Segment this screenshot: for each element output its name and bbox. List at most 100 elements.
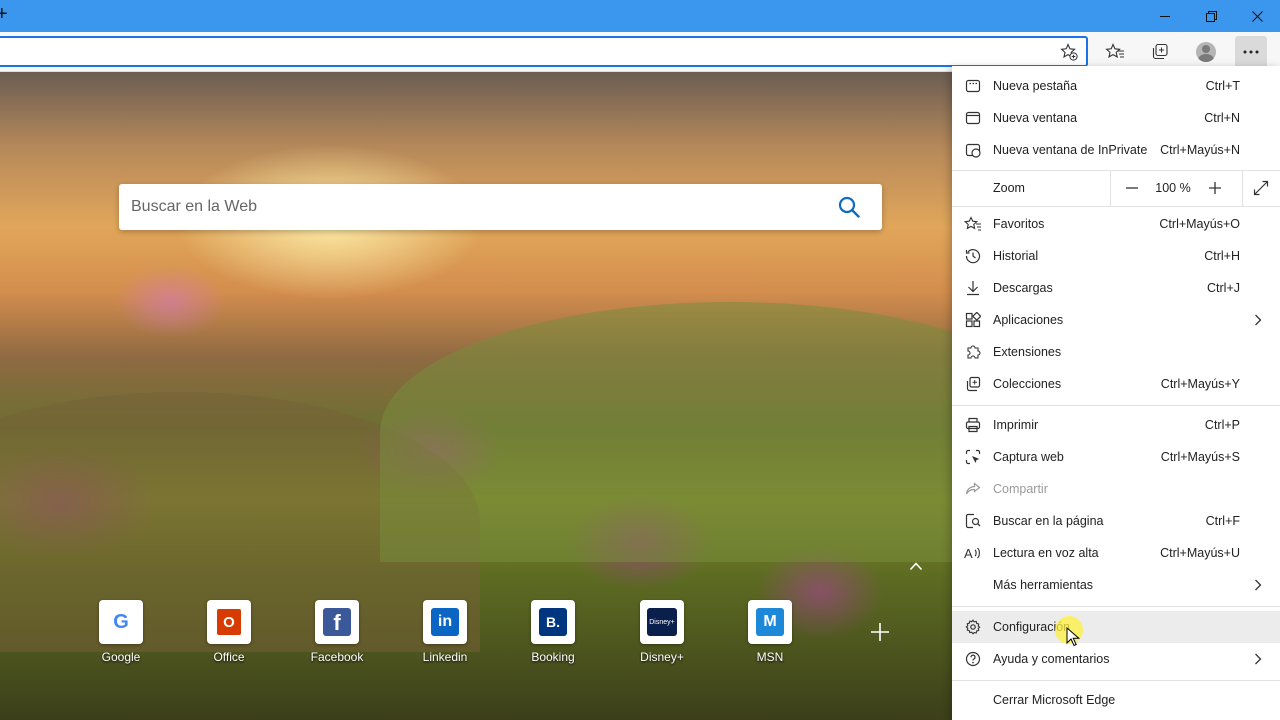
zoom-row: Zoom 100 % [952, 170, 1280, 206]
zoom-in-button[interactable] [1202, 176, 1228, 200]
quick-link-office[interactable]: O Office [189, 600, 269, 664]
web-search-box[interactable]: Buscar en la Web [119, 184, 882, 230]
linkedin-icon: in [423, 600, 467, 644]
menu-item-find-on-page[interactable]: Buscar en la página Ctrl+F [952, 505, 1280, 537]
fullscreen-button[interactable] [1248, 176, 1274, 200]
menu-item-web-capture[interactable]: Captura web Ctrl+Mayús+S [952, 441, 1280, 473]
quick-link-google[interactable]: G Google [81, 600, 161, 664]
menu-separator [952, 206, 1280, 207]
profile-button[interactable] [1190, 36, 1222, 68]
close-button[interactable] [1234, 0, 1280, 32]
history-icon [964, 247, 982, 265]
close-icon [1251, 10, 1263, 22]
menu-item-read-aloud[interactable]: A Lectura en voz alta Ctrl+Mayús+U [952, 537, 1280, 569]
quick-link-label: Linkedin [422, 650, 468, 664]
zoom-out-button[interactable] [1119, 176, 1145, 200]
minimize-icon [1160, 16, 1170, 17]
plus-icon [871, 623, 889, 641]
chevron-right-icon [1250, 651, 1266, 667]
google-icon: G [99, 600, 143, 644]
title-bar: + [0, 0, 1280, 32]
menu-item-history[interactable]: Historial Ctrl+H [952, 240, 1280, 272]
zoom-divider [1242, 170, 1243, 206]
menu-item-downloads[interactable]: Descargas Ctrl+J [952, 272, 1280, 304]
collections-icon [964, 375, 982, 393]
settings-and-more-menu: Nueva pestaña Ctrl+T Nueva ventana Ctrl+… [952, 66, 1280, 720]
menu-item-print[interactable]: Imprimir Ctrl+P [952, 409, 1280, 441]
scroll-up-button[interactable] [906, 556, 926, 576]
search-button[interactable] [836, 194, 862, 220]
quick-link-facebook[interactable]: f Facebook [297, 600, 377, 664]
menu-separator [952, 680, 1280, 681]
find-icon [964, 512, 982, 530]
download-icon [964, 279, 982, 297]
menu-item-inprivate-window[interactable]: Nueva ventana de InPrivate Ctrl+Mayús+N [952, 134, 1280, 166]
new-tab-icon [964, 77, 982, 95]
print-icon [964, 416, 982, 434]
web-capture-icon [964, 448, 982, 466]
mouse-cursor-icon [1066, 627, 1080, 647]
settings-more-icon [1243, 50, 1259, 54]
settings-more-button[interactable] [1235, 36, 1267, 68]
apps-icon [964, 311, 982, 329]
add-favorite-button[interactable] [1053, 36, 1085, 68]
quick-link-label: Office [213, 650, 245, 664]
collections-icon [1152, 43, 1168, 60]
add-quick-link-button[interactable] [864, 616, 896, 648]
chevron-right-icon [1250, 577, 1266, 593]
extensions-icon [964, 343, 982, 361]
menu-item-settings[interactable]: Configuración [952, 611, 1280, 643]
quick-link-label: MSN [756, 650, 784, 664]
menu-item-more-tools[interactable]: Más herramientas [952, 569, 1280, 601]
quick-link-label: Facebook [310, 650, 364, 664]
menu-item-new-window[interactable]: Nueva ventana Ctrl+N [952, 102, 1280, 134]
menu-separator [952, 606, 1280, 607]
new-tab-button[interactable]: + [0, 4, 8, 24]
favorites-button[interactable] [1099, 36, 1131, 68]
chevron-right-icon [1250, 312, 1266, 328]
plus-icon [1209, 182, 1221, 194]
favorites-icon [964, 215, 982, 233]
restore-button[interactable] [1188, 0, 1234, 32]
svg-text:A: A [964, 546, 973, 561]
menu-item-close-edge[interactable]: Cerrar Microsoft Edge [952, 684, 1280, 716]
new-window-icon [964, 109, 982, 127]
share-icon [964, 480, 982, 498]
quick-link-booking[interactable]: B. Booking [513, 600, 593, 664]
chevron-up-icon [909, 562, 923, 571]
profile-avatar [1196, 42, 1216, 62]
quick-link-label: Google [101, 650, 141, 664]
fullscreen-icon [1253, 180, 1269, 196]
msn-icon: M [748, 600, 792, 644]
restore-icon [1205, 10, 1217, 22]
inprivate-icon [964, 141, 982, 159]
minus-icon [1126, 187, 1138, 189]
office-icon: O [207, 600, 251, 644]
menu-item-extensions[interactable]: Extensiones [952, 336, 1280, 368]
quick-link-linkedin[interactable]: in Linkedin [405, 600, 485, 664]
background-hill [380, 302, 952, 562]
quick-link-disney-plus[interactable]: Disney+ Disney+ [622, 600, 702, 664]
zoom-divider [1110, 170, 1111, 206]
minimize-button[interactable] [1142, 0, 1188, 32]
address-bar[interactable] [0, 36, 1088, 67]
menu-item-collections[interactable]: Colecciones Ctrl+Mayús+Y [952, 368, 1280, 400]
menu-item-share[interactable]: Compartir [952, 473, 1280, 505]
booking-icon: B. [531, 600, 575, 644]
read-aloud-icon: A [964, 544, 982, 562]
add-favorite-star-icon [1060, 43, 1078, 61]
quick-link-msn[interactable]: M MSN [730, 600, 810, 664]
menu-item-favorites[interactable]: Favoritos Ctrl+Mayús+O [952, 208, 1280, 240]
favorites-icon [1105, 43, 1124, 58]
menu-item-new-tab[interactable]: Nueva pestaña Ctrl+T [952, 70, 1280, 102]
new-tab-page: Buscar en la Web G Google O Office f Fac… [0, 72, 952, 720]
collections-button[interactable] [1144, 36, 1176, 68]
search-icon [838, 196, 860, 218]
search-input[interactable]: Buscar en la Web [131, 198, 257, 216]
disney-plus-icon: Disney+ [640, 600, 684, 644]
menu-item-help-feedback[interactable]: Ayuda y comentarios [952, 643, 1280, 675]
gear-icon [964, 618, 982, 636]
menu-item-apps[interactable]: Aplicaciones [952, 304, 1280, 336]
menu-separator [952, 405, 1280, 406]
zoom-label: Zoom [993, 181, 1025, 195]
